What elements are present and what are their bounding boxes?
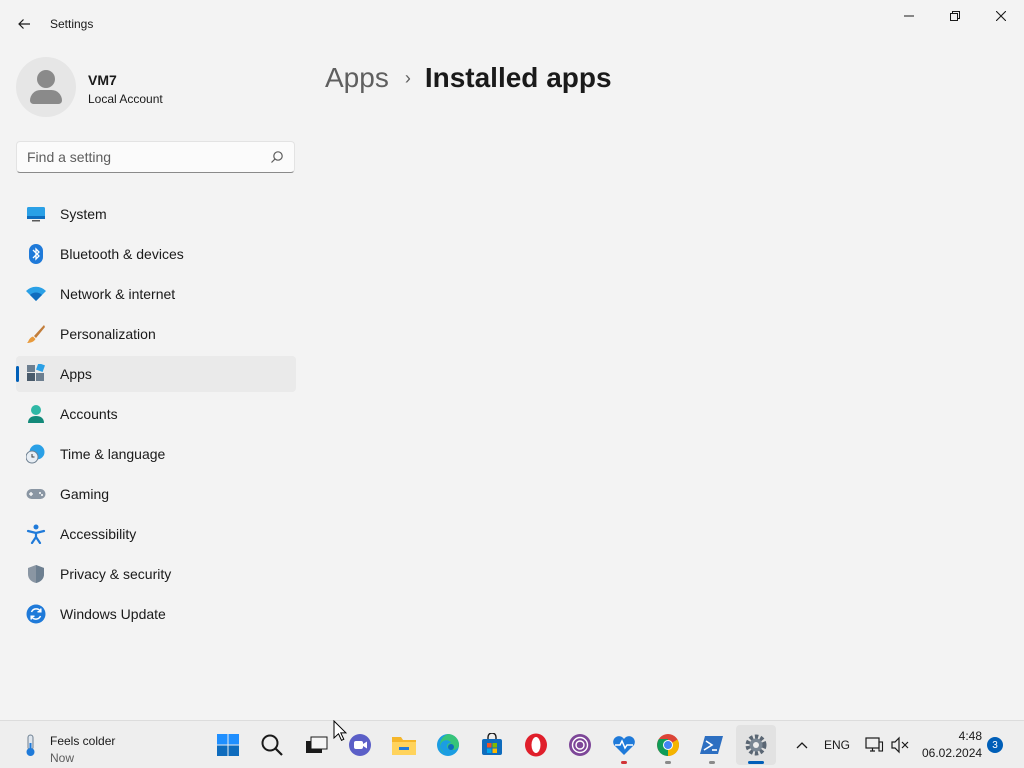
restore-icon xyxy=(950,11,960,21)
taskbar-tor[interactable] xyxy=(560,725,600,765)
settings-search-box[interactable] xyxy=(16,141,295,173)
apps-icon xyxy=(27,364,45,381)
taskbar-task-view[interactable] xyxy=(296,725,336,765)
weather-title: Feels colder xyxy=(50,734,116,748)
back-button[interactable] xyxy=(8,10,40,38)
account-type: Local Account xyxy=(88,92,163,106)
clock-globe-icon xyxy=(26,444,45,464)
powershell-icon xyxy=(700,736,723,754)
show-hidden-icons-button[interactable] xyxy=(792,735,812,755)
sidebar-item-label: Gaming xyxy=(60,486,110,502)
store-icon xyxy=(482,733,502,755)
taskbar-store[interactable] xyxy=(472,725,512,765)
sidebar-item-privacy[interactable]: Privacy & security xyxy=(16,556,296,592)
clock-time[interactable]: 4:48 xyxy=(922,729,982,743)
taskbar-pc-health[interactable] xyxy=(604,725,644,765)
sidebar-item-accounts[interactable]: Accounts xyxy=(16,396,296,432)
settings-nav: System Bluetooth & devices Network & int… xyxy=(16,196,296,636)
sidebar-item-label: Bluetooth & devices xyxy=(60,246,184,262)
sidebar-item-label: Apps xyxy=(60,366,92,382)
running-indicator xyxy=(665,761,671,764)
avatar-head xyxy=(37,70,55,88)
edge-icon xyxy=(437,734,459,756)
volume-muted-icon[interactable] xyxy=(890,735,910,755)
opera-icon xyxy=(525,733,547,757)
brush-icon xyxy=(27,325,45,343)
search-icon xyxy=(261,734,283,756)
weather-widget[interactable]: Feels colder Now xyxy=(16,727,156,765)
search-icon[interactable] xyxy=(270,150,284,164)
close-icon xyxy=(996,11,1006,21)
taskbar-start-button[interactable] xyxy=(208,725,248,765)
sidebar-item-personalization[interactable]: Personalization xyxy=(16,316,296,352)
sidebar-item-label: Personalization xyxy=(60,326,156,342)
sidebar-item-label: Windows Update xyxy=(60,606,166,622)
notification-badge[interactable]: 3 xyxy=(987,737,1003,753)
search-input[interactable] xyxy=(17,142,257,172)
minimize-icon xyxy=(904,15,914,17)
health-icon xyxy=(613,736,635,755)
minimize-button[interactable] xyxy=(886,0,932,32)
sidebar-item-label: Accounts xyxy=(60,406,118,422)
app-title: Settings xyxy=(50,17,94,31)
user-name: VM7 xyxy=(88,72,117,88)
task-view-icon xyxy=(306,736,328,753)
gamepad-icon xyxy=(26,489,46,499)
avatar[interactable] xyxy=(16,57,76,117)
taskbar-file-explorer[interactable] xyxy=(384,725,424,765)
breadcrumb: Apps › Installed apps xyxy=(325,58,612,98)
taskbar-edge[interactable] xyxy=(428,725,468,765)
sidebar-item-apps[interactable]: Apps xyxy=(16,356,296,392)
weather-subtitle: Now xyxy=(50,751,75,765)
sidebar-item-bluetooth[interactable]: Bluetooth & devices xyxy=(16,236,296,272)
chevron-up-icon xyxy=(796,742,808,749)
avatar-body xyxy=(30,90,62,104)
running-indicator xyxy=(709,761,715,764)
taskbar-chrome[interactable] xyxy=(648,725,688,765)
accessibility-icon xyxy=(26,524,46,544)
breadcrumb-separator: › xyxy=(404,67,411,88)
title-bar: Settings xyxy=(0,0,1024,48)
clock-date[interactable]: 06.02.2024 xyxy=(922,746,982,760)
tor-icon xyxy=(569,734,591,756)
taskbar-powershell[interactable] xyxy=(692,725,732,765)
running-indicator xyxy=(621,761,627,764)
folder-icon xyxy=(392,737,416,755)
mouse-cursor-icon xyxy=(333,720,347,741)
sidebar-item-label: Time & language xyxy=(60,446,166,462)
taskbar: Feels colder Now ENG 4:48 06.02.2024 3 xyxy=(0,720,1024,768)
update-icon xyxy=(26,604,46,624)
sidebar-item-gaming[interactable]: Gaming xyxy=(16,476,296,512)
thermometer-icon xyxy=(26,734,35,756)
sidebar-item-accessibility[interactable]: Accessibility xyxy=(16,516,296,552)
sidebar-item-windows-update[interactable]: Windows Update xyxy=(16,596,296,632)
restore-button[interactable] xyxy=(932,0,978,32)
wifi-icon xyxy=(26,286,46,301)
chrome-icon xyxy=(657,734,679,756)
sidebar-item-label: Accessibility xyxy=(60,526,137,542)
breadcrumb-parent-link[interactable]: Apps xyxy=(325,62,389,94)
taskbar-search-button[interactable] xyxy=(252,725,292,765)
settings-gear-icon xyxy=(745,734,767,756)
sidebar-item-label: Privacy & security xyxy=(60,566,172,582)
back-arrow-icon xyxy=(18,19,30,29)
sidebar-item-system[interactable]: System xyxy=(16,196,296,232)
input-language[interactable]: ENG xyxy=(824,738,850,752)
network-icon[interactable] xyxy=(864,735,884,755)
teams-icon xyxy=(349,734,371,756)
taskbar-opera[interactable] xyxy=(516,725,556,765)
accounts-icon xyxy=(28,405,44,423)
page-title: Installed apps xyxy=(424,62,612,93)
shield-icon xyxy=(28,565,44,583)
close-button[interactable] xyxy=(978,0,1024,32)
system-icon xyxy=(27,207,45,222)
sidebar-item-label: Network & internet xyxy=(60,286,176,302)
sidebar-item-network[interactable]: Network & internet xyxy=(16,276,296,312)
sidebar-item-time-language[interactable]: Time & language xyxy=(16,436,296,472)
bluetooth-icon xyxy=(29,244,43,264)
windows-logo-icon xyxy=(217,734,239,756)
sidebar-item-label: System xyxy=(60,206,107,222)
taskbar-settings[interactable] xyxy=(736,725,776,765)
active-indicator xyxy=(748,761,764,764)
